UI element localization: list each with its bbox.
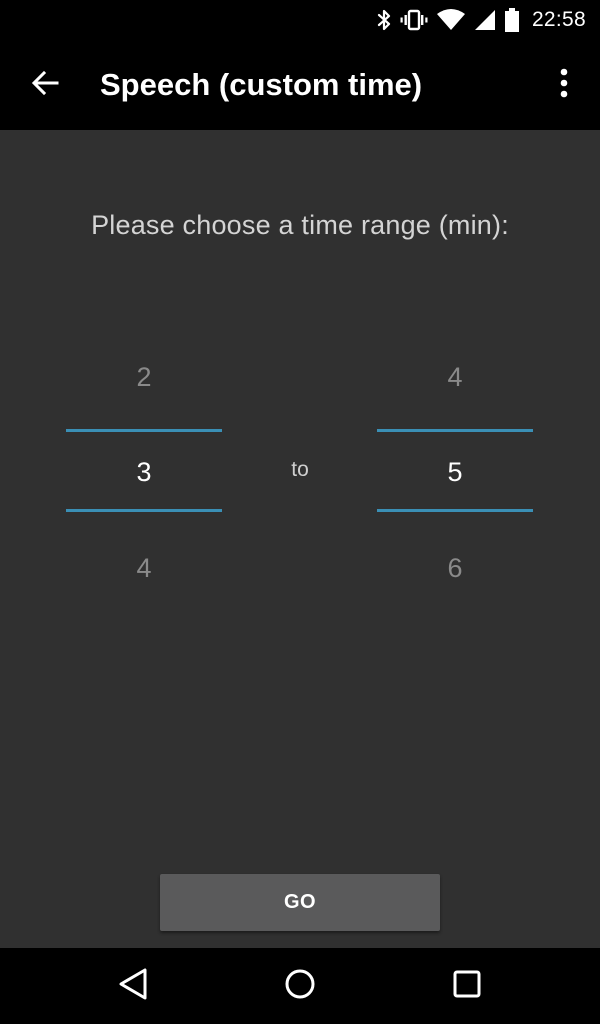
to-picker-next-value[interactable]: 6 [377, 541, 533, 595]
from-picker-current-value[interactable]: 3 [66, 445, 222, 499]
vibrate-icon [400, 8, 428, 32]
overflow-menu-button[interactable] [544, 62, 584, 108]
from-picker-divider-bottom [66, 509, 222, 512]
arrow-left-icon [30, 68, 60, 103]
nav-recents-icon [452, 969, 482, 1004]
status-bar: 22:58 [0, 0, 600, 40]
battery-icon [504, 7, 520, 33]
time-range-prompt: Please choose a time range (min): [91, 210, 509, 240]
status-icons: 22:58 [376, 0, 586, 40]
from-picker-divider-top [66, 429, 222, 432]
status-time: 22:58 [531, 8, 586, 31]
from-picker-prev-value[interactable]: 2 [66, 350, 222, 404]
more-vert-icon [560, 68, 568, 103]
nav-home-button[interactable] [270, 960, 330, 1012]
screen: 22:58 Speech (custom time) Please choose… [0, 0, 600, 1024]
to-picker-divider-bottom [377, 509, 533, 512]
cell-signal-icon [474, 8, 496, 32]
range-separator-label: to [291, 458, 309, 481]
to-picker-divider-top [377, 429, 533, 432]
wifi-icon [436, 8, 466, 32]
nav-back-icon [117, 967, 149, 1006]
page-title: Speech (custom time) [100, 67, 423, 102]
bluetooth-icon [376, 8, 392, 32]
back-button[interactable] [20, 60, 70, 110]
nav-recents-button[interactable] [437, 960, 497, 1012]
nav-back-button[interactable] [103, 960, 163, 1012]
from-minutes-picker[interactable]: 2 3 4 [66, 350, 222, 600]
to-picker-current-value[interactable]: 5 [377, 445, 533, 499]
nav-bar [0, 948, 600, 1024]
app-bar: Speech (custom time) [0, 40, 600, 130]
to-minutes-picker[interactable]: 4 5 6 [377, 350, 533, 600]
nav-home-icon [284, 968, 316, 1005]
to-picker-prev-value[interactable]: 4 [377, 350, 533, 404]
go-button[interactable]: GO [160, 874, 440, 931]
from-picker-next-value[interactable]: 4 [66, 541, 222, 595]
